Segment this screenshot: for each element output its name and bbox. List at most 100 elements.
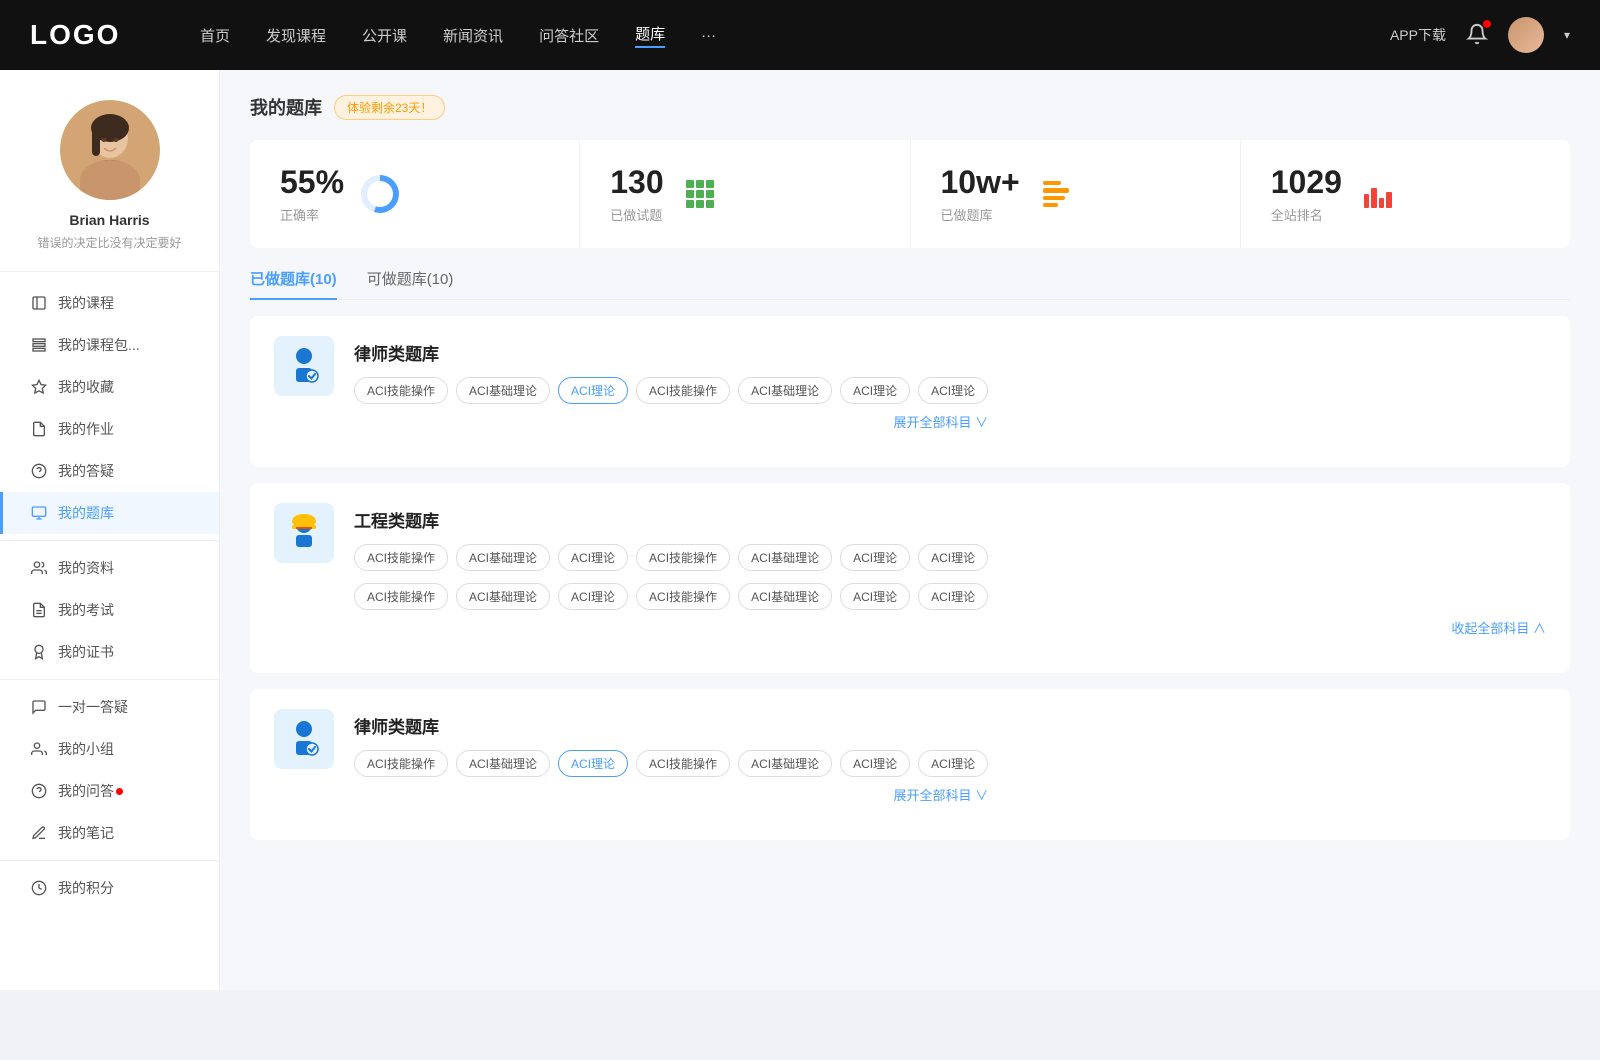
stat-done-banks-label: 已做题库	[941, 205, 1020, 224]
sidebar-item-favorites[interactable]: 我的收藏	[0, 366, 219, 408]
pie-chart-icon	[361, 175, 399, 213]
done-banks-icon	[1036, 174, 1076, 214]
tag-2b-3[interactable]: ACI技能操作	[636, 583, 730, 610]
tag-1-1[interactable]: ACI基础理论	[456, 377, 550, 404]
course-pkg-icon	[30, 336, 48, 354]
user-dropdown-arrow[interactable]: ▾	[1564, 28, 1570, 42]
tag-1-5[interactable]: ACI理论	[840, 377, 910, 404]
nav-open[interactable]: 公开课	[362, 25, 407, 46]
done-questions-icon	[680, 174, 720, 214]
sidebar-item-my-course[interactable]: 我的课程	[0, 282, 219, 324]
profile-section: Brian Harris 错误的决定比没有决定要好	[0, 100, 219, 272]
stats-row: 55% 正确率 130 已做试题	[250, 140, 1570, 248]
sidebar-item-profile[interactable]: 我的资料	[0, 547, 219, 589]
sidebar-item-course-pkg[interactable]: 我的课程包...	[0, 324, 219, 366]
nav-qa[interactable]: 问答社区	[539, 25, 599, 46]
nav-qbank[interactable]: 题库	[635, 23, 665, 48]
sidebar-item-cert[interactable]: 我的证书	[0, 631, 219, 673]
header: LOGO 首页 发现课程 公开课 新闻资讯 问答社区 题库 ··· APP下载 …	[0, 0, 1600, 70]
qbank-title-3: 律师类题库 ACI技能操作 ACI基础理论 ACI理论 ACI技能操作 ACI基…	[354, 709, 988, 804]
tab-todo[interactable]: 可做题库(10)	[367, 268, 454, 299]
tag-1-2[interactable]: ACI理论	[558, 377, 628, 404]
main-nav: 首页 发现课程 公开课 新闻资讯 问答社区 题库 ···	[200, 23, 1390, 48]
notification-dot	[1483, 20, 1491, 28]
qbank-title-1: 律师类题库 ACI技能操作 ACI基础理论 ACI理论 ACI技能操作 ACI基…	[354, 336, 988, 431]
stat-done-questions-value: 130	[610, 164, 663, 201]
tab-done[interactable]: 已做题库(10)	[250, 268, 337, 299]
tabs-row: 已做题库(10) 可做题库(10)	[250, 268, 1570, 300]
tag-3-2[interactable]: ACI理论	[558, 750, 628, 777]
qbank-tags-3: ACI技能操作 ACI基础理论 ACI理论 ACI技能操作 ACI基础理论 AC…	[354, 750, 988, 777]
qbank-card-2: 工程类题库 ACI技能操作 ACI基础理论 ACI理论 ACI技能操作 ACI基…	[250, 483, 1570, 673]
tag-3-6[interactable]: ACI理论	[918, 750, 988, 777]
app-download-link[interactable]: APP下载	[1390, 25, 1446, 45]
tag-1-6[interactable]: ACI理论	[918, 377, 988, 404]
tag-2-3[interactable]: ACI技能操作	[636, 544, 730, 571]
collapse-link-2[interactable]: 收起全部科目 ∧	[354, 618, 1546, 637]
tag-2b-2[interactable]: ACI理论	[558, 583, 628, 610]
tag-2-6[interactable]: ACI理论	[918, 544, 988, 571]
sidebar-item-qa-my[interactable]: 我的答疑	[0, 450, 219, 492]
stat-rank-label: 全站排名	[1271, 205, 1342, 224]
sidebar-item-points[interactable]: 我的积分	[0, 867, 219, 909]
sidebar-item-questions[interactable]: 我的问答	[0, 770, 219, 812]
expand-link-3[interactable]: 展开全部科目 ∨	[354, 785, 988, 804]
sidebar-item-notes[interactable]: 我的笔记	[0, 812, 219, 854]
tag-2-2[interactable]: ACI理论	[558, 544, 628, 571]
sidebar-item-exam[interactable]: 我的考试	[0, 589, 219, 631]
stat-accuracy-label: 正确率	[280, 205, 344, 224]
questions-icon	[30, 782, 48, 800]
notification-bell[interactable]	[1466, 23, 1488, 48]
tag-1-4[interactable]: ACI基础理论	[738, 377, 832, 404]
profile-avatar	[60, 100, 160, 200]
stat-done-questions-group: 130 已做试题	[610, 164, 663, 224]
tag-3-4[interactable]: ACI基础理论	[738, 750, 832, 777]
rank-icon	[1358, 174, 1398, 214]
qbank-icon-lawyer-1	[274, 336, 334, 396]
tag-2b-0[interactable]: ACI技能操作	[354, 583, 448, 610]
sidebar-menu: 我的课程 我的课程包... 我的收藏	[0, 282, 219, 909]
tag-1-0[interactable]: ACI技能操作	[354, 377, 448, 404]
nav-more[interactable]: ···	[701, 27, 716, 44]
cert-icon	[30, 643, 48, 661]
profile-icon	[30, 559, 48, 577]
tag-2b-1[interactable]: ACI基础理论	[456, 583, 550, 610]
qbank-tags-2b: ACI技能操作 ACI基础理论 ACI理论 ACI技能操作 ACI基础理论 AC…	[354, 583, 1546, 610]
sidebar-item-qbank-my[interactable]: 我的题库	[0, 492, 219, 534]
tag-2-5[interactable]: ACI理论	[840, 544, 910, 571]
homework-icon	[30, 420, 48, 438]
page-title: 我的题库	[250, 94, 322, 120]
nav-home[interactable]: 首页	[200, 25, 230, 46]
tag-3-3[interactable]: ACI技能操作	[636, 750, 730, 777]
group-icon	[30, 740, 48, 758]
tag-3-5[interactable]: ACI理论	[840, 750, 910, 777]
points-icon	[30, 879, 48, 897]
stat-done-questions: 130 已做试题	[580, 140, 910, 248]
nav-news[interactable]: 新闻资讯	[443, 25, 503, 46]
expand-link-1[interactable]: 展开全部科目 ∨	[354, 412, 988, 431]
tag-2b-6[interactable]: ACI理论	[918, 583, 988, 610]
tag-3-1[interactable]: ACI基础理论	[456, 750, 550, 777]
user-avatar[interactable]	[1508, 17, 1544, 53]
tag-2-0[interactable]: ACI技能操作	[354, 544, 448, 571]
stat-rank-group: 1029 全站排名	[1271, 164, 1342, 224]
stat-done-questions-label: 已做试题	[610, 205, 663, 224]
qbank-card-1-header: 律师类题库 ACI技能操作 ACI基础理论 ACI理论 ACI技能操作 ACI基…	[274, 336, 1546, 431]
tag-2-4[interactable]: ACI基础理论	[738, 544, 832, 571]
tag-1-3[interactable]: ACI技能操作	[636, 377, 730, 404]
sidebar-item-oneonone[interactable]: 一对一答疑	[0, 686, 219, 728]
tag-2b-5[interactable]: ACI理论	[840, 583, 910, 610]
logo: LOGO	[30, 19, 150, 51]
questions-badge	[116, 788, 123, 795]
sidebar-item-group[interactable]: 我的小组	[0, 728, 219, 770]
qbank-card-3: 律师类题库 ACI技能操作 ACI基础理论 ACI理论 ACI技能操作 ACI基…	[250, 689, 1570, 840]
stat-done-banks: 10w+ 已做题库	[911, 140, 1241, 248]
sidebar-item-homework[interactable]: 我的作业	[0, 408, 219, 450]
tag-2b-4[interactable]: ACI基础理论	[738, 583, 832, 610]
page-header: 我的题库 体验剩余23天！	[250, 94, 1570, 120]
qbank-tags-2a: ACI技能操作 ACI基础理论 ACI理论 ACI技能操作 ACI基础理论 AC…	[354, 544, 1546, 571]
stat-done-banks-group: 10w+ 已做题库	[941, 164, 1020, 224]
tag-2-1[interactable]: ACI基础理论	[456, 544, 550, 571]
nav-discover[interactable]: 发现课程	[266, 25, 326, 46]
tag-3-0[interactable]: ACI技能操作	[354, 750, 448, 777]
